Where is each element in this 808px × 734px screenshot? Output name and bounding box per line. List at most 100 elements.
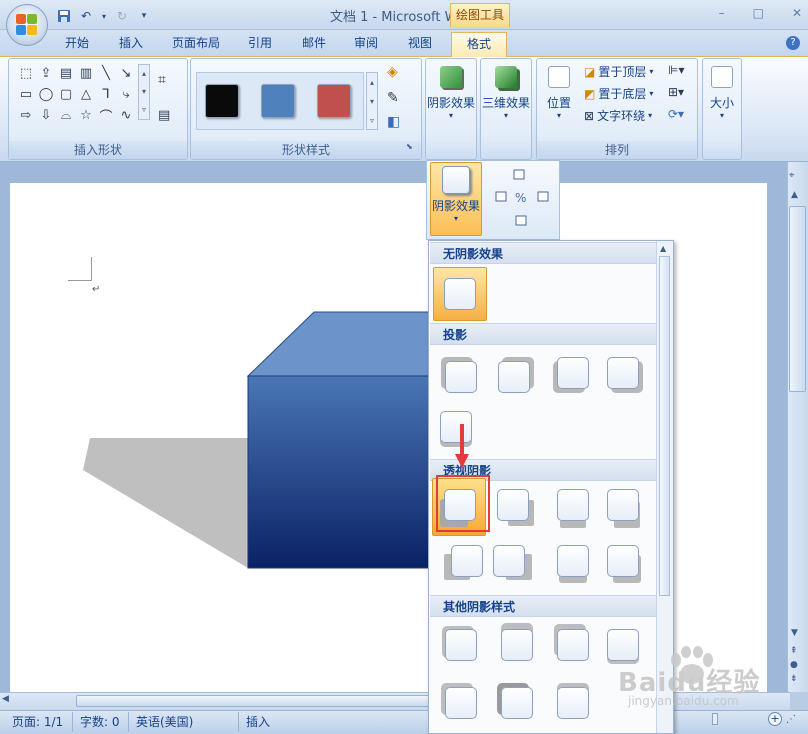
maximize-button[interactable]: □ bbox=[753, 6, 764, 20]
elbow-connector-icon[interactable]: ⅂ bbox=[96, 85, 116, 103]
paragraph-mark: ↵ bbox=[92, 284, 101, 295]
tab-mailings[interactable]: 邮件 bbox=[296, 32, 332, 54]
help-icon[interactable]: ? bbox=[786, 36, 800, 50]
other-shadow-option-6[interactable] bbox=[501, 687, 533, 719]
align-icon[interactable]: ⊫▾ bbox=[668, 63, 684, 77]
drop-shadow-option-3[interactable] bbox=[557, 357, 589, 389]
margin-corner-mark bbox=[68, 257, 92, 281]
perspective-shadow-option-7[interactable] bbox=[557, 545, 589, 577]
edit-shape-icon[interactable]: ⌗ bbox=[158, 72, 166, 88]
tab-insert[interactable]: 插入 bbox=[112, 32, 150, 54]
scroll-up-icon[interactable]: ▲ bbox=[791, 190, 798, 200]
tab-view[interactable]: 视图 bbox=[402, 32, 438, 54]
insert-mode-indicator[interactable]: 插入 bbox=[246, 714, 270, 730]
tab-format[interactable]: 格式 bbox=[451, 32, 507, 57]
tab-references[interactable]: 引用 bbox=[242, 32, 278, 54]
office-button[interactable] bbox=[6, 4, 48, 46]
section-other-shadow: 其他阴影样式 bbox=[430, 595, 656, 617]
page-count[interactable]: 页面: 1/1 bbox=[12, 714, 63, 730]
shapes-gallery-scroll[interactable]: ▴ ▾ ▿ bbox=[138, 64, 150, 120]
perspective-shadow-option-8[interactable] bbox=[607, 545, 639, 577]
bring-to-front-button[interactable]: ◪ 置于顶层 ▾ bbox=[584, 63, 653, 80]
ruler-toggle-icon[interactable]: ⌖ bbox=[789, 170, 795, 181]
arrow-line-shape-icon[interactable]: ↘ bbox=[116, 64, 136, 82]
vertical-scroll-thumb[interactable] bbox=[789, 206, 806, 392]
cube-shape-icon[interactable]: ⬚ bbox=[16, 64, 36, 82]
scroll-left-icon[interactable]: ◀ bbox=[2, 694, 9, 704]
baidu-jingyan-watermark: Baidu经验 jingyan.baidu.com bbox=[618, 640, 788, 710]
position-button[interactable]: 位置 ▾ bbox=[536, 60, 582, 120]
tab-page-layout[interactable]: 页面布局 bbox=[166, 32, 226, 54]
zoom-in-icon[interactable]: + bbox=[768, 712, 782, 726]
other-shadow-option-5[interactable] bbox=[445, 687, 477, 719]
dialog-launcher-icon[interactable]: ⬊ bbox=[406, 142, 413, 151]
drop-shadow-option-1[interactable] bbox=[445, 361, 477, 393]
triangle-shape-icon[interactable]: △ bbox=[76, 85, 96, 103]
word-count[interactable]: 字数: 0 bbox=[80, 714, 120, 730]
tab-review[interactable]: 审阅 bbox=[348, 32, 384, 54]
perspective-shadow-option-5[interactable] bbox=[451, 545, 483, 577]
vertical-text-box-icon[interactable]: ▥ bbox=[76, 64, 96, 82]
perspective-shadow-option-3[interactable] bbox=[557, 489, 589, 521]
perspective-shadow-option-4[interactable] bbox=[607, 489, 639, 521]
rotate-icon[interactable]: ⟳▾ bbox=[668, 107, 684, 121]
shadow-nudge-buttons[interactable]: % bbox=[492, 166, 554, 232]
3d-effects-button[interactable]: 三维效果 ▾ bbox=[480, 60, 532, 120]
elbow-arrow-connector-icon[interactable]: ⤷ bbox=[116, 85, 136, 103]
shadow-effects-open-button[interactable]: 阴影效果 ▾ bbox=[430, 162, 482, 236]
browse-object-icons[interactable]: ⇞ ● ⇟ bbox=[790, 644, 798, 686]
shape-outline-icon[interactable]: ✎ bbox=[387, 90, 399, 106]
cube-shadow bbox=[83, 438, 248, 568]
line-shape-icon[interactable]: ╲ bbox=[96, 64, 116, 82]
style-swatch-blue[interactable] bbox=[261, 84, 295, 118]
text-wrapping-button[interactable]: ⊠ 文字环绕 ▾ bbox=[584, 107, 652, 124]
drop-shadow-option-4[interactable] bbox=[607, 357, 639, 389]
freeform-shape-icon[interactable]: ⌓ bbox=[56, 106, 76, 124]
shadow-effects-button[interactable]: 阴影效果 ▾ bbox=[425, 60, 477, 120]
horizontal-scroll-thumb[interactable] bbox=[76, 695, 436, 707]
shape-styles-label: 形状样式 bbox=[191, 141, 421, 159]
cube-front-face bbox=[247, 375, 440, 569]
resize-grip-icon[interactable]: ⋰ bbox=[786, 714, 796, 725]
minimize-button[interactable]: – bbox=[719, 6, 725, 20]
other-shadow-option-2[interactable] bbox=[501, 629, 533, 661]
down-arrow-shape-icon[interactable]: ⇩ bbox=[36, 106, 56, 124]
no-shadow-option[interactable] bbox=[433, 267, 487, 321]
send-to-back-button[interactable]: ◩ 置于底层 ▾ bbox=[584, 85, 653, 102]
styles-gallery-scroll[interactable]: ▴ ▾ ▿ bbox=[366, 72, 378, 130]
arc-shape-icon[interactable]: ⌒ bbox=[96, 106, 116, 125]
drop-shadow-option-2[interactable] bbox=[498, 361, 530, 393]
perspective-shadow-option-2[interactable] bbox=[497, 489, 529, 521]
style-swatch-black[interactable] bbox=[205, 84, 239, 118]
size-button[interactable]: 大小 ▾ bbox=[698, 60, 746, 120]
right-arrow-shape-icon[interactable]: ⇨ bbox=[16, 106, 36, 124]
other-shadow-option-1[interactable] bbox=[445, 629, 477, 661]
text-box-icon[interactable]: ▤ bbox=[56, 64, 76, 82]
shape-fill-icon[interactable]: ◈ bbox=[387, 64, 398, 80]
cube-shape[interactable] bbox=[80, 310, 440, 570]
style-swatch-red[interactable] bbox=[317, 84, 351, 118]
tab-home[interactable]: 开始 bbox=[58, 32, 96, 54]
rounded-rect-shape-icon[interactable]: ▢ bbox=[56, 85, 76, 103]
rectangle-shape-icon[interactable]: ▭ bbox=[16, 85, 36, 103]
star-shape-icon[interactable]: ☆ bbox=[76, 106, 96, 124]
gallery-scroll-thumb[interactable] bbox=[659, 256, 670, 596]
other-shadow-option-7[interactable] bbox=[557, 687, 589, 719]
other-shadow-option-3[interactable] bbox=[557, 629, 589, 661]
oval-shape-icon[interactable]: ◯ bbox=[36, 85, 56, 103]
scroll-down-icon[interactable]: ▼ bbox=[791, 628, 798, 638]
change-shape-icon[interactable]: ◧ bbox=[387, 114, 400, 130]
section-drop-shadow: 投影 bbox=[430, 323, 656, 345]
close-button[interactable]: ✕ bbox=[792, 6, 802, 20]
shadow-effects-open-label: 阴影效果 bbox=[431, 199, 480, 213]
shapes-gallery[interactable]: ⬚ ⇪ ▤ ▥ ╲ ↘ ▭ ◯ ▢ △ ⅂ ⤷ ⇨ ⇩ ⌓ ☆ ⌒ ∿ bbox=[16, 64, 136, 125]
zoom-slider-thumb[interactable] bbox=[712, 713, 718, 725]
add-text-icon[interactable]: ▤ bbox=[158, 108, 170, 123]
callout-arrow-shape-icon[interactable]: ⇪ bbox=[36, 64, 56, 82]
curve-shape-icon[interactable]: ∿ bbox=[116, 106, 136, 124]
group-icon[interactable]: ⊞▾ bbox=[668, 85, 684, 99]
gallery-scroll-up-icon[interactable]: ▲ bbox=[660, 244, 666, 253]
language-indicator[interactable]: 英语(美国) bbox=[136, 714, 193, 730]
perspective-shadow-option-6[interactable] bbox=[493, 545, 525, 577]
window-title: 文档 1 - Microsoft Word bbox=[329, 10, 479, 25]
